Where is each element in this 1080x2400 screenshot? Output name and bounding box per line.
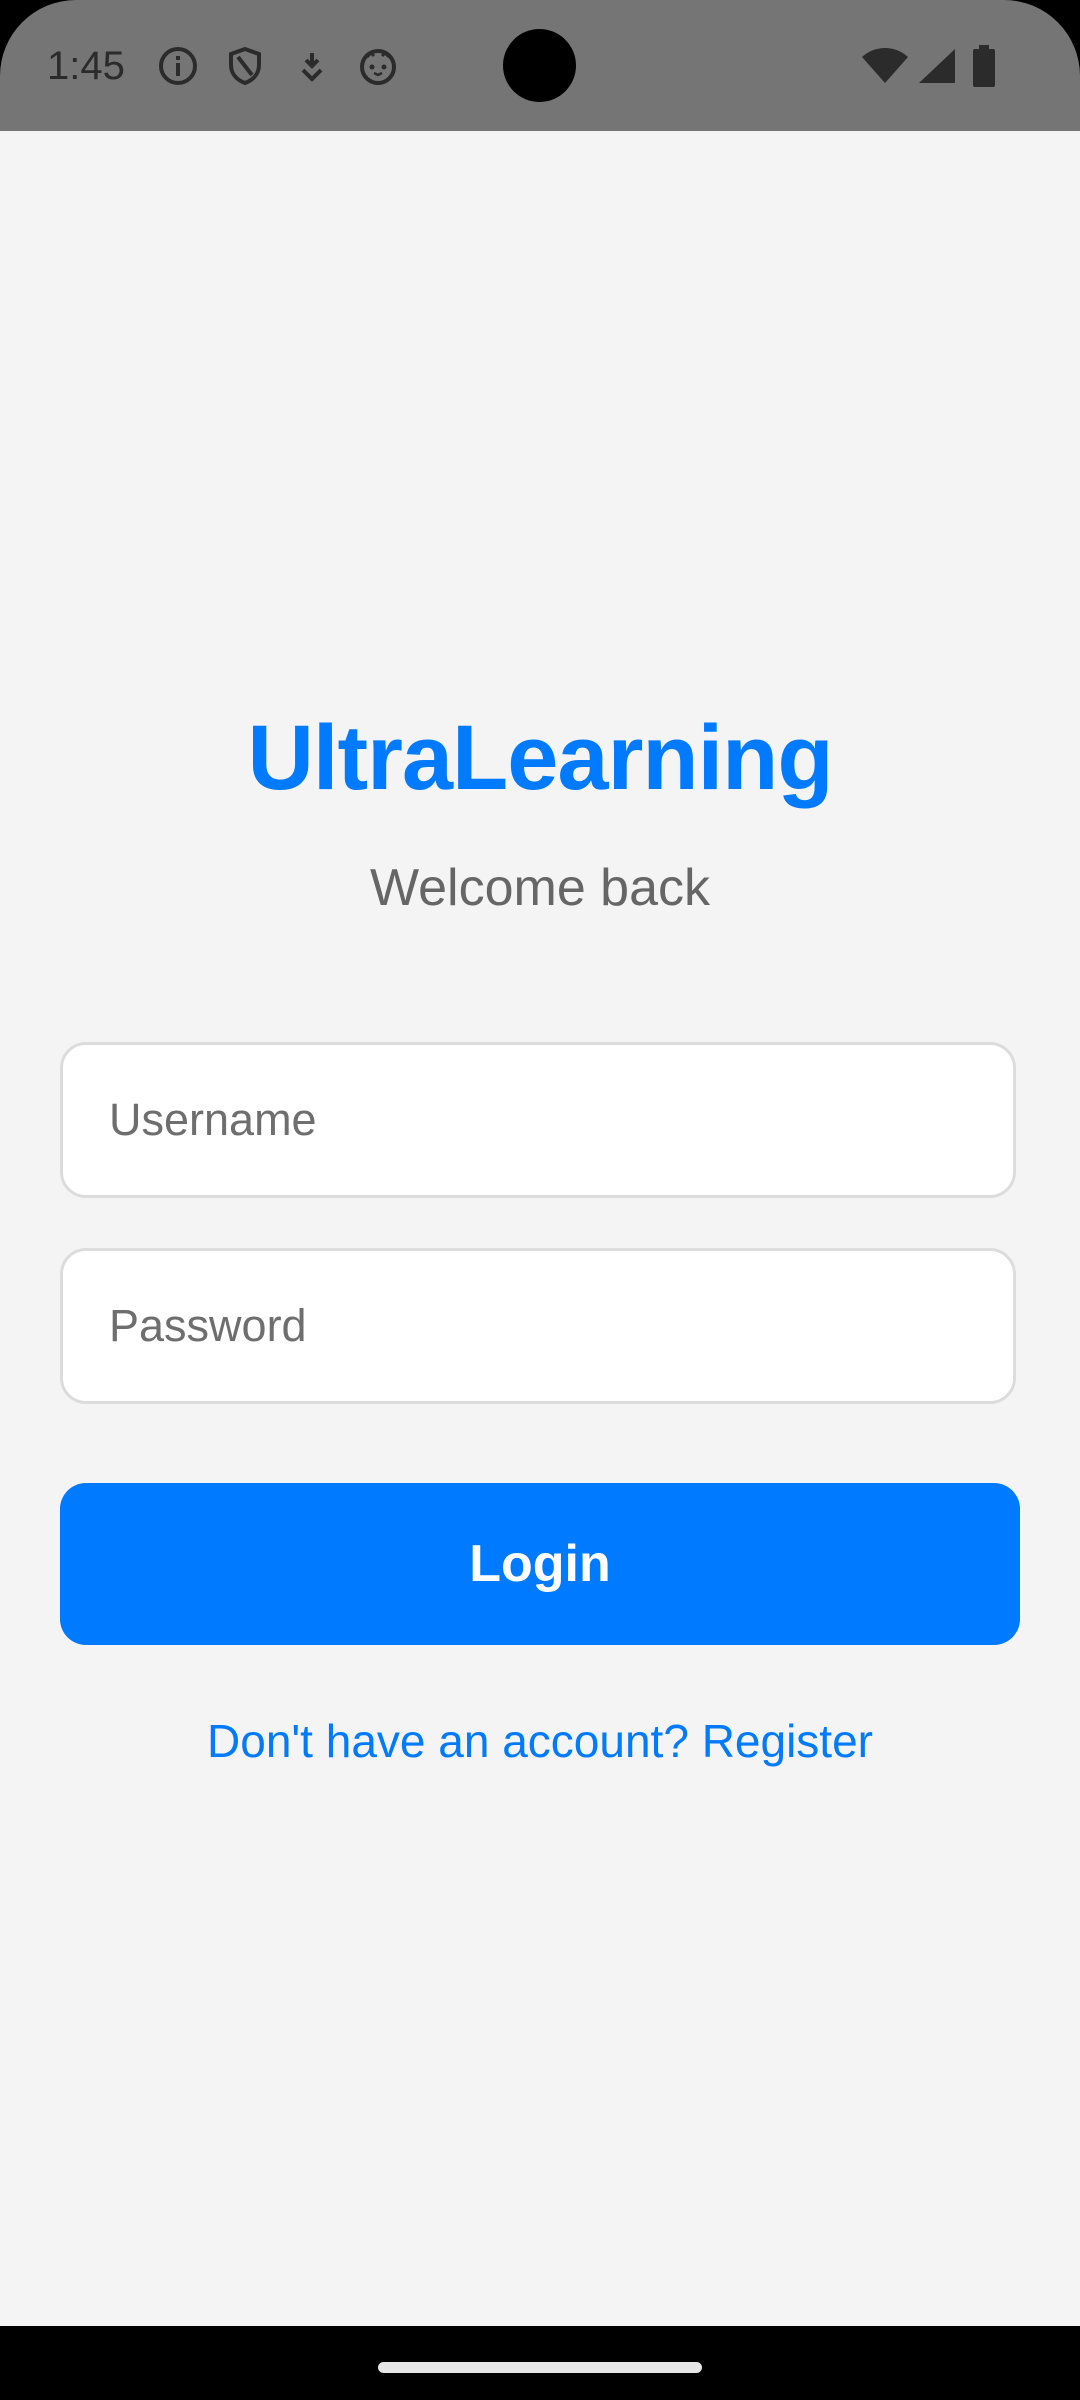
status-bar: 1:45 — [0, 0, 1080, 131]
cell-signal-icon — [915, 45, 959, 87]
password-input[interactable] — [60, 1248, 1016, 1404]
status-time: 1:45 — [47, 44, 125, 88]
username-input[interactable] — [60, 1042, 1016, 1198]
navigation-bar — [0, 2326, 1080, 2400]
download-icon — [291, 45, 333, 87]
camera-cutout — [503, 29, 576, 102]
register-link[interactable]: Don't have an account? Register — [0, 1711, 1080, 1771]
shield-icon — [224, 45, 266, 87]
wifi-icon — [860, 45, 910, 87]
phone-screen: 1:45 UltraLearning Welcome back Username… — [0, 0, 1080, 2400]
welcome-subtitle: Welcome back — [369, 859, 711, 917]
home-indicator[interactable] — [378, 2362, 702, 2373]
cat-icon — [357, 45, 399, 87]
login-button[interactable]: Login — [60, 1483, 1020, 1645]
info-icon — [157, 45, 199, 87]
login-screen: UltraLearning Welcome back Login Don't h… — [0, 131, 1080, 2326]
app-title: UltraLearning — [247, 707, 833, 809]
battery-icon — [971, 45, 997, 87]
